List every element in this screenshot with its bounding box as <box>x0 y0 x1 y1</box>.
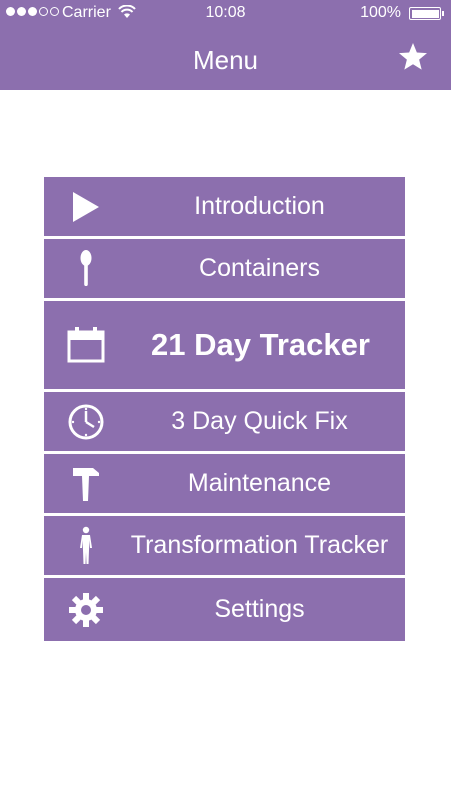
menu-item-label: 21 Day Tracker <box>151 327 370 362</box>
body-icon <box>66 526 106 566</box>
top-bar: Carrier 10:08 100% Menu <box>0 0 451 90</box>
battery-percentage: 100% <box>360 4 401 21</box>
menu-item-21-day-tracker[interactable]: 21 Day Tracker <box>44 301 405 392</box>
menu-item-label: Containers <box>199 254 320 282</box>
menu-item-settings[interactable]: Settings <box>44 578 405 641</box>
main-menu: Introduction Containers 21 Day Tracker 3… <box>44 177 405 641</box>
star-icon[interactable] <box>397 41 429 73</box>
hammer-icon <box>66 464 106 504</box>
menu-item-introduction[interactable]: Introduction <box>44 177 405 239</box>
calendar-icon <box>66 325 106 365</box>
menu-item-label: 3 Day Quick Fix <box>171 407 348 435</box>
spoon-icon <box>66 249 106 289</box>
clock-icon <box>66 402 106 442</box>
menu-item-3-day-quick-fix[interactable]: 3 Day Quick Fix <box>44 392 405 454</box>
menu-item-transformation-tracker[interactable]: Transformation Tracker <box>44 516 405 578</box>
status-bar: Carrier 10:08 100% <box>0 0 451 28</box>
play-icon <box>66 187 106 227</box>
battery-icon <box>409 7 444 20</box>
menu-item-label: Introduction <box>194 192 325 220</box>
menu-item-label: Maintenance <box>187 469 332 497</box>
menu-item-label: Transformation Tracker <box>130 531 389 559</box>
menu-item-containers[interactable]: Containers <box>44 239 405 301</box>
menu-item-label: Settings <box>214 595 305 623</box>
gear-icon <box>66 590 106 630</box>
page-title: Menu <box>192 45 259 75</box>
menu-item-maintenance[interactable]: Maintenance <box>44 454 405 516</box>
